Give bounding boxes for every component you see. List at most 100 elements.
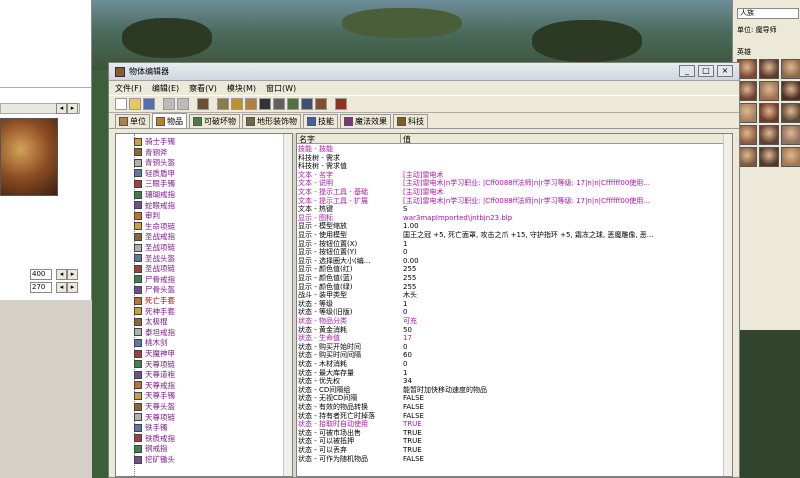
property-row[interactable]: 状态 - 持有者死亡时掉落 FALSE xyxy=(297,412,723,420)
tree-item[interactable]: 圣战戒指 xyxy=(122,232,175,241)
menu-window[interactable]: 窗口(W) xyxy=(266,83,296,94)
tree-item[interactable]: 桃木剑 xyxy=(122,338,168,347)
property-row[interactable]: 显示 - 图标 war3mapImported\jntbjn23.blp xyxy=(297,214,723,222)
menu-view[interactable]: 察看(V) xyxy=(189,83,217,94)
window-titlebar[interactable]: 物体编辑器 _ □ × xyxy=(109,63,739,81)
header-name[interactable]: 名字 xyxy=(297,134,401,144)
property-row[interactable]: 显示 - 颜色值(红) 255 xyxy=(297,265,723,273)
tree-item[interactable]: 骑士手镯 xyxy=(122,137,175,146)
property-row[interactable]: 状态 - CD间隔组 能暂时加快移动速度的物品 xyxy=(297,386,723,394)
grid-scrollbar[interactable] xyxy=(723,134,732,476)
property-row[interactable]: 文本 - 热键 S xyxy=(297,205,723,213)
hero-portrait[interactable] xyxy=(781,103,800,123)
property-row[interactable]: 显示 - 使用模型 国王之冠 +5, 死亡面罩, 攻击之爪 +15, 守护指环 +… xyxy=(297,231,723,239)
property-row[interactable]: 状态 - 可作为随机物品 FALSE xyxy=(297,455,723,463)
tree-item[interactable]: 青铜斧 xyxy=(122,148,168,157)
tab-0[interactable]: 单位 xyxy=(115,114,150,128)
tab-3[interactable]: 地形装饰物 xyxy=(242,114,301,128)
property-row[interactable]: 状态 - 有效的物品转换 FALSE xyxy=(297,403,723,411)
menu-module[interactable]: 模块(M) xyxy=(227,83,256,94)
tree-item[interactable]: 天魔神甲 xyxy=(122,349,175,358)
trigger-editor-icon[interactable] xyxy=(231,98,243,110)
property-row[interactable]: 科技树 - 需求 xyxy=(297,154,723,162)
spin-right-arrow[interactable]: ▸ xyxy=(67,282,78,293)
tree-item[interactable]: 挖矿锄头 xyxy=(122,455,175,464)
spin-left-arrow[interactable]: ◂ xyxy=(56,269,67,280)
property-row[interactable]: 状态 - 可被市场出售 TRUE xyxy=(297,429,723,437)
hero-portrait[interactable] xyxy=(737,147,757,167)
tree-item[interactable]: 生命项链 xyxy=(122,222,175,231)
tab-6[interactable]: 科技 xyxy=(393,114,428,128)
property-row[interactable]: 状态 - 物品分类 可充 xyxy=(297,317,723,325)
tree-item[interactable]: 三眼手镯 xyxy=(122,179,175,188)
tree-scrollbar[interactable] xyxy=(283,134,292,476)
header-value[interactable]: 值 xyxy=(401,134,411,144)
hero-portrait[interactable] xyxy=(781,81,800,101)
tree-item[interactable]: 天尊项链 xyxy=(122,413,175,422)
property-row[interactable]: 状态 - 拾取时自动使用 TRUE xyxy=(297,420,723,428)
scroll-left-arrow[interactable]: ◂ xyxy=(56,103,67,114)
property-row[interactable]: 显示 - 选择圈大小(编... 0.00 xyxy=(297,257,723,265)
spin-right-arrow[interactable]: ▸ xyxy=(67,269,78,280)
hero-portrait[interactable] xyxy=(737,59,757,79)
hero-portrait[interactable] xyxy=(759,103,779,123)
campaign-editor-icon[interactable] xyxy=(273,98,285,110)
open-folder-icon[interactable] xyxy=(129,98,141,110)
property-row[interactable]: 文本 - 提示工具 - 基础 [主动]雷电术 xyxy=(297,188,723,196)
tree-item[interactable]: 尸骨戒指 xyxy=(122,275,175,284)
tree-item[interactable]: 珊瑚戒指 xyxy=(122,190,175,199)
tree-item[interactable]: 天尊道袍 xyxy=(122,370,175,379)
hero-portrait[interactable] xyxy=(759,125,779,145)
sound-editor-icon[interactable] xyxy=(245,98,257,110)
tree-item[interactable]: 审判 xyxy=(122,211,160,220)
property-row[interactable]: 科技树 - 需求值 xyxy=(297,162,723,170)
tree-item[interactable]: 天尊手镯 xyxy=(122,391,175,400)
value-field-1[interactable]: 400 xyxy=(30,269,52,280)
property-row[interactable]: 显示 - 按钮位置(Y) 0 xyxy=(297,248,723,256)
scroll-right-arrow[interactable]: ▸ xyxy=(67,103,78,114)
property-row[interactable]: 文本 - 说明 [主动]雷电术|n学习职业: |Cff0088ff法师|n|r学习… xyxy=(297,179,723,187)
hero-portrait[interactable] xyxy=(737,103,757,123)
hero-portrait[interactable] xyxy=(737,125,757,145)
ai-editor-icon[interactable] xyxy=(287,98,299,110)
property-row[interactable]: 状态 - 无视CD间隔 FALSE xyxy=(297,394,723,402)
property-row[interactable]: 状态 - 购买时间间隔 60 xyxy=(297,351,723,359)
close-button[interactable]: × xyxy=(717,65,733,77)
hero-portrait[interactable] xyxy=(759,81,779,101)
tab-4[interactable]: 技能 xyxy=(303,114,338,128)
property-row[interactable]: 战斗 - 装甲类型 木头 xyxy=(297,291,723,299)
tree-item[interactable]: 天尊头盔 xyxy=(122,402,175,411)
spin-left-arrow[interactable]: ◂ xyxy=(56,282,67,293)
tree-item[interactable]: 铁质戒指 xyxy=(122,434,175,443)
property-row[interactable]: 显示 - 颜色值(蓝) 255 xyxy=(297,274,723,282)
property-row[interactable]: 状态 - 木材消耗 0 xyxy=(297,360,723,368)
maximize-button[interactable]: □ xyxy=(698,65,714,77)
property-row[interactable]: 显示 - 模型缩放 1.00 xyxy=(297,222,723,230)
import-manager-icon[interactable] xyxy=(301,98,313,110)
hero-portrait[interactable] xyxy=(781,125,800,145)
script-editor-icon[interactable] xyxy=(315,98,327,110)
tree-item[interactable]: 圣战头盔 xyxy=(122,254,175,263)
property-row[interactable]: 显示 - 颜色值(绿) 255 xyxy=(297,283,723,291)
property-row[interactable]: 状态 - 可以丢弃 TRUE xyxy=(297,446,723,454)
tree-item[interactable]: 圣战项链 xyxy=(122,243,175,252)
property-row[interactable]: 状态 - 购买开始时间 0 xyxy=(297,343,723,351)
hero-portrait[interactable] xyxy=(781,59,800,79)
menu-file[interactable]: 文件(F) xyxy=(115,83,142,94)
tree-item[interactable]: 太极棍 xyxy=(122,317,168,326)
tree-item[interactable]: 天尊项链 xyxy=(122,360,175,369)
minimize-button[interactable]: _ xyxy=(679,65,695,77)
hero-portrait[interactable] xyxy=(737,81,757,101)
property-row[interactable]: 显示 - 按钮位置(X) 1 xyxy=(297,240,723,248)
property-row[interactable]: 状态 - 最大库存量 1 xyxy=(297,369,723,377)
value-field-2[interactable]: 270 xyxy=(30,282,52,293)
tab-1[interactable]: 物品 xyxy=(152,113,187,128)
tree-item[interactable]: 死亡手套 xyxy=(122,296,175,305)
property-row[interactable]: 状态 - 优先权 34 xyxy=(297,377,723,385)
property-row[interactable]: 状态 - 等级(旧版) 0 xyxy=(297,308,723,316)
tree-item[interactable]: 泰坦戒指 xyxy=(122,328,175,337)
tree-item[interactable]: 尸骨头盔 xyxy=(122,285,175,294)
property-row[interactable]: 状态 - 等级 1 xyxy=(297,300,723,308)
tree-item[interactable]: 轻质盾甲 xyxy=(122,169,175,178)
hero-portrait[interactable] xyxy=(781,147,800,167)
